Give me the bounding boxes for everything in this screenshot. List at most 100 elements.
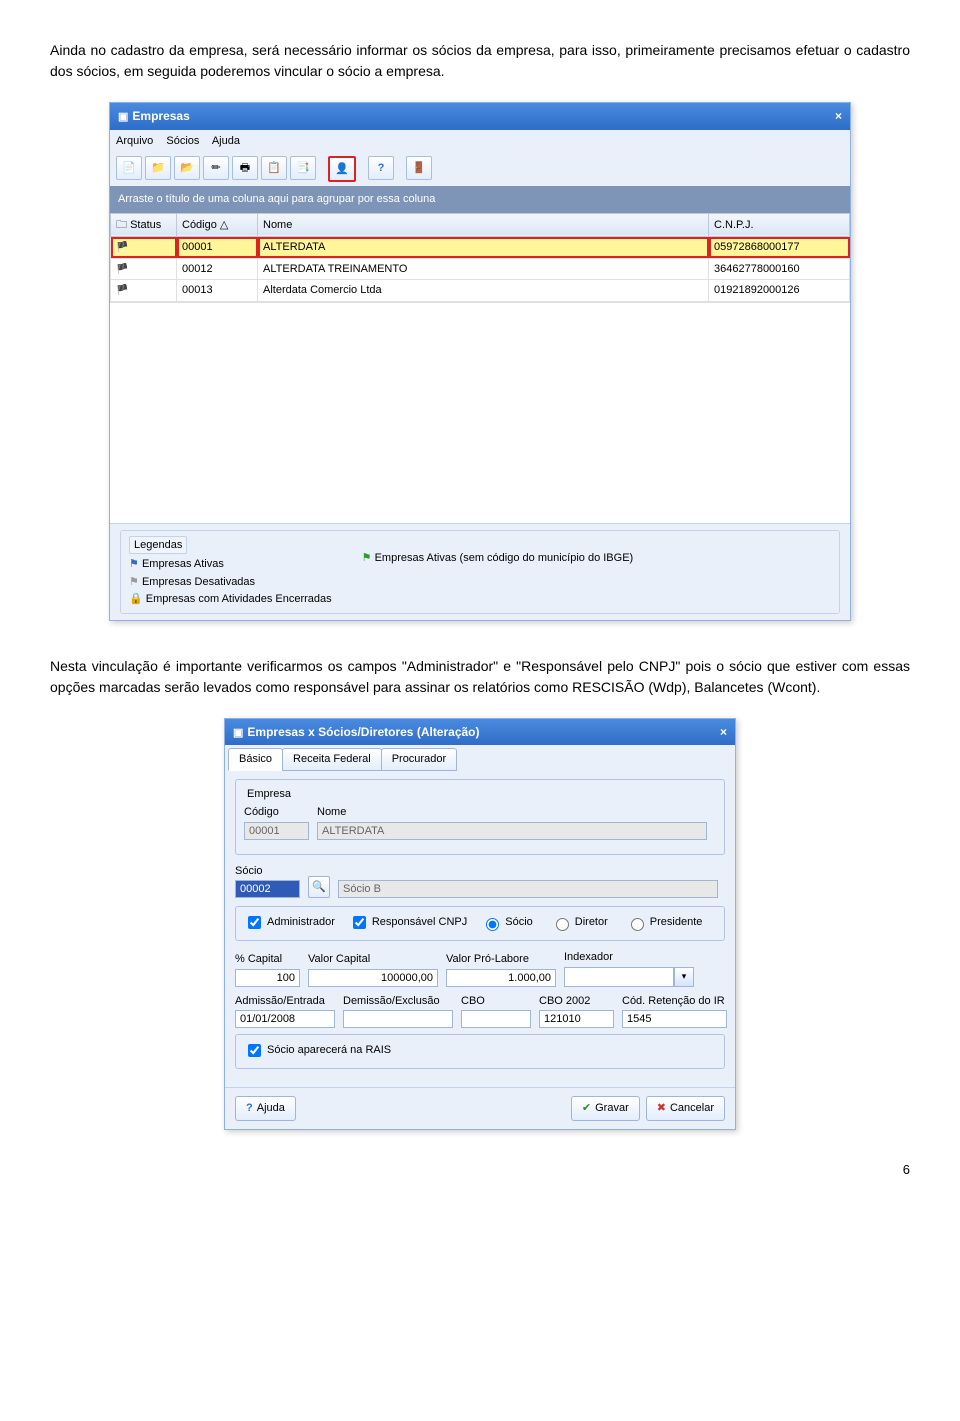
col-codigo[interactable]: Código △ [177, 213, 258, 237]
demissao-field: Demissão/Exclusão [343, 993, 453, 1029]
valor-capital-field: Valor Capital [308, 951, 438, 987]
empresas-window: ▣ Empresas × Arquivo Sócios Ajuda 📄 📁 📂 ✏… [109, 102, 851, 621]
chk-administrador[interactable]: Administrador [244, 913, 335, 932]
col-status[interactable]: 🗀 Status [111, 213, 177, 237]
window-title: Empresas [132, 109, 189, 123]
indexador-field: Indexador ▾ [564, 949, 694, 987]
cod-ret-field: Cód. Retenção do IR [622, 993, 727, 1029]
legend-ibge: ⚑ Empresas Ativas (sem código do municíp… [362, 550, 634, 567]
rais-fieldset: Sócio aparecerá na RAIS [235, 1034, 725, 1069]
socio-nome-input [338, 880, 718, 898]
toolbar-btn-1[interactable]: 📄 [116, 156, 142, 180]
cbo-field: CBO [461, 993, 531, 1029]
admissao-label: Admissão/Entrada [235, 993, 335, 1010]
button-row: ? Ajuda ✔ Gravar ✖ Cancelar [225, 1087, 735, 1129]
toolbar-btn-2[interactable]: 📁 [145, 156, 171, 180]
valor-capital-label: Valor Capital [308, 951, 438, 968]
cbo-label: CBO [461, 993, 531, 1010]
toolbar-btn-5[interactable]: 🖶 [232, 156, 258, 180]
chk-rais[interactable]: Sócio aparecerá na RAIS [244, 1041, 716, 1060]
valor-prolabore-label: Valor Pró-Labore [446, 951, 556, 968]
cell-nome: Alterdata Comercio Ltda [258, 280, 709, 302]
legend-title: Legendas [129, 536, 187, 555]
search-icon[interactable]: 🔍 [308, 876, 330, 898]
nome-label: Nome [317, 804, 716, 821]
form-body: Empresa Código Nome Sócio 🔍 [225, 771, 735, 1088]
valor-capital-input[interactable] [308, 969, 438, 987]
app-icon: ▣ [118, 111, 128, 123]
help-icon: ? [246, 1100, 253, 1117]
cbo2002-input[interactable] [539, 1010, 614, 1028]
tabs: Básico Receita Federal Procurador [225, 745, 735, 771]
cancelar-button[interactable]: ✖ Cancelar [646, 1096, 725, 1121]
legend-box: Legendas ⚑ Empresas Ativas ⚑ Empresas De… [110, 523, 850, 620]
cell-codigo: 00001 [177, 237, 258, 259]
indexador-input[interactable] [564, 967, 674, 987]
dialog-titlebar: ▣ Empresas x Sócios/Diretores (Alteração)… [225, 719, 735, 746]
cbo-input[interactable] [461, 1010, 531, 1028]
legend-encerradas: 🔒 Empresas com Atividades Encerradas [129, 591, 332, 608]
cell-nome: ALTERDATA TREINAMENTO [258, 258, 709, 280]
table-row[interactable]: 🏴 00001 ALTERDATA 05972868000177 [111, 237, 850, 259]
cell-codigo: 00013 [177, 280, 258, 302]
toolbar-btn-7[interactable]: 📑 [290, 156, 316, 180]
menu-socios[interactable]: Sócios [166, 135, 199, 147]
cell-nome: ALTERDATA [258, 237, 709, 259]
codigo-input [244, 822, 309, 840]
socio-codigo-input[interactable] [235, 880, 300, 898]
codigo-label: Código [244, 804, 309, 821]
demissao-input[interactable] [343, 1010, 453, 1028]
tab-receita-federal[interactable]: Receita Federal [282, 748, 382, 771]
toolbar-btn-exit[interactable]: 🚪 [406, 156, 432, 180]
radio-diretor[interactable]: Diretor [551, 914, 608, 931]
chevron-down-icon[interactable]: ▾ [674, 967, 694, 987]
col-nome[interactable]: Nome [258, 213, 709, 237]
page-number: 6 [50, 1160, 910, 1180]
toolbar-btn-help[interactable]: ? [368, 156, 394, 180]
valor-prolabore-field: Valor Pró-Labore [446, 951, 556, 987]
codigo-field: Código [244, 804, 309, 840]
pct-capital-field: % Capital [235, 951, 300, 987]
table-row[interactable]: 🏴 00012 ALTERDATA TREINAMENTO 3646277800… [111, 258, 850, 280]
close-icon[interactable]: × [720, 723, 727, 741]
toolbar-btn-6[interactable]: 📋 [261, 156, 287, 180]
check-icon: ✔ [582, 1100, 591, 1117]
indexador-label: Indexador [564, 949, 694, 966]
flag-icon: 🏴 [116, 242, 128, 253]
col-cnpj[interactable]: C.N.P.J. [709, 213, 850, 237]
pct-capital-input[interactable] [235, 969, 300, 987]
app-icon: ▣ [233, 727, 243, 739]
cbo2002-label: CBO 2002 [539, 993, 614, 1010]
nome-input [317, 822, 707, 840]
toolbar-btn-socios-highlighted[interactable]: 👤 [328, 156, 356, 182]
flag-icon: 🏴 [116, 264, 128, 275]
cancel-icon: ✖ [657, 1100, 666, 1117]
tab-procurador[interactable]: Procurador [381, 748, 457, 771]
paragraph-1: Ainda no cadastro da empresa, será neces… [50, 40, 910, 82]
menu-ajuda[interactable]: Ajuda [212, 135, 240, 147]
admissao-input[interactable] [235, 1010, 335, 1028]
tab-basico[interactable]: Básico [228, 748, 283, 771]
radio-presidente[interactable]: Presidente [626, 914, 703, 931]
toolbar-btn-4[interactable]: ✏ [203, 156, 229, 180]
cod-ret-label: Cód. Retenção do IR [622, 993, 727, 1010]
gravar-button[interactable]: ✔ Gravar [571, 1096, 640, 1121]
chk-responsavel-cnpj[interactable]: Responsável CNPJ [349, 913, 467, 932]
empresa-fieldset: Empresa Código Nome [235, 779, 725, 855]
radio-socio[interactable]: Sócio [481, 914, 533, 931]
toolbar-btn-3[interactable]: 📂 [174, 156, 200, 180]
dialog-title: Empresas x Sócios/Diretores (Alteração) [247, 725, 479, 739]
table-row[interactable]: 🏴 00013 Alterdata Comercio Ltda 01921892… [111, 280, 850, 302]
cbo2002-field: CBO 2002 [539, 993, 614, 1029]
cell-codigo: 00012 [177, 258, 258, 280]
menu-arquivo[interactable]: Arquivo [116, 135, 153, 147]
cod-ret-input[interactable] [622, 1010, 727, 1028]
legend-desativadas: ⚑ Empresas Desativadas [129, 574, 332, 591]
group-hint: Arraste o título de uma coluna aqui para… [110, 186, 850, 213]
close-icon[interactable]: × [835, 107, 842, 125]
companies-table: 🗀 Status Código △ Nome C.N.P.J. 🏴 00001 … [110, 213, 850, 302]
ajuda-button[interactable]: ? Ajuda [235, 1096, 296, 1121]
nome-field: Nome [317, 804, 716, 840]
valor-prolabore-input[interactable] [446, 969, 556, 987]
socios-dialog: ▣ Empresas x Sócios/Diretores (Alteração)… [224, 718, 736, 1130]
